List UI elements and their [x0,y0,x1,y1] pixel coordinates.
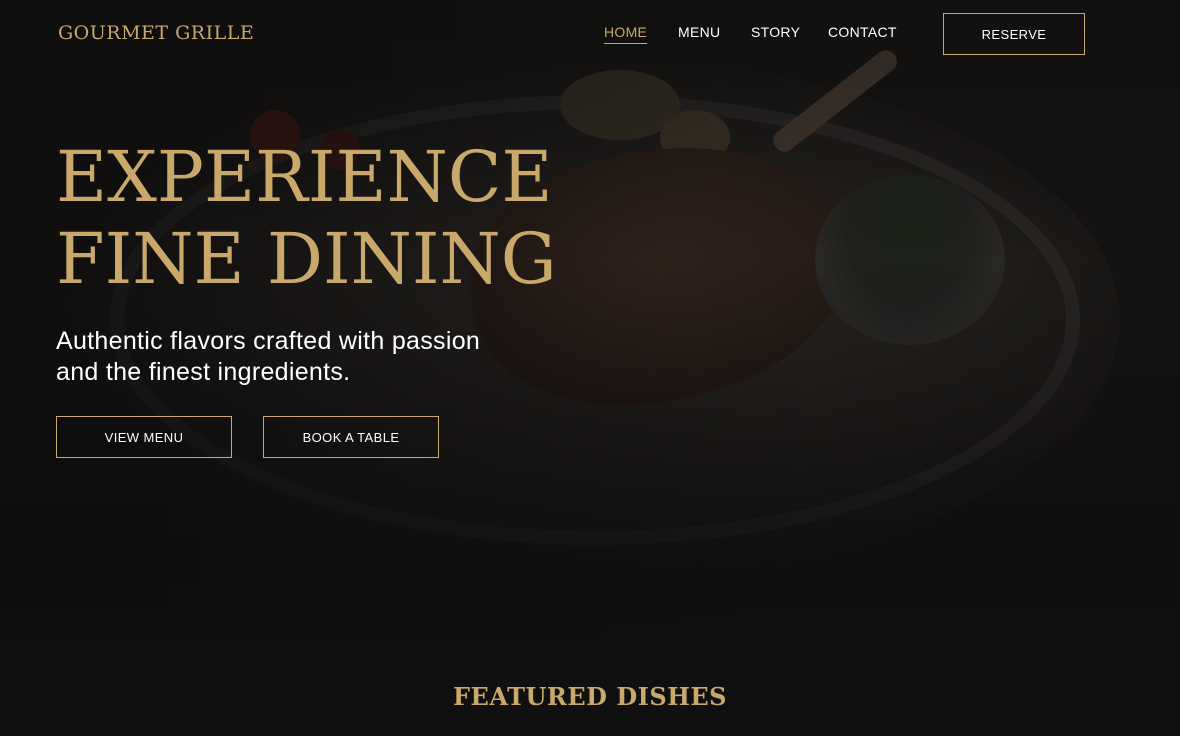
nav-contact[interactable]: CONTACT [828,24,897,40]
nav-home[interactable]: HOME [604,24,648,44]
featured-dishes-heading: FEATURED DISHES [452,682,727,711]
nav-menu[interactable]: MENU [678,24,720,40]
nav-story[interactable]: STORY [751,24,800,40]
hero-title-line-1: EXPERIENCE [56,136,553,218]
hero-subtitle: Authentic flavors crafted with passion a… [56,327,481,386]
hero-section [0,0,1180,640]
hero-title: EXPERIENCE FINE DINING [56,136,676,300]
reserve-button[interactable]: RESERVE [943,13,1085,55]
hero-title-line-2: FINE DINING [56,218,557,300]
view-menu-button[interactable]: VIEW MENU [56,416,232,458]
book-table-button[interactable]: BOOK A TABLE [263,416,439,458]
